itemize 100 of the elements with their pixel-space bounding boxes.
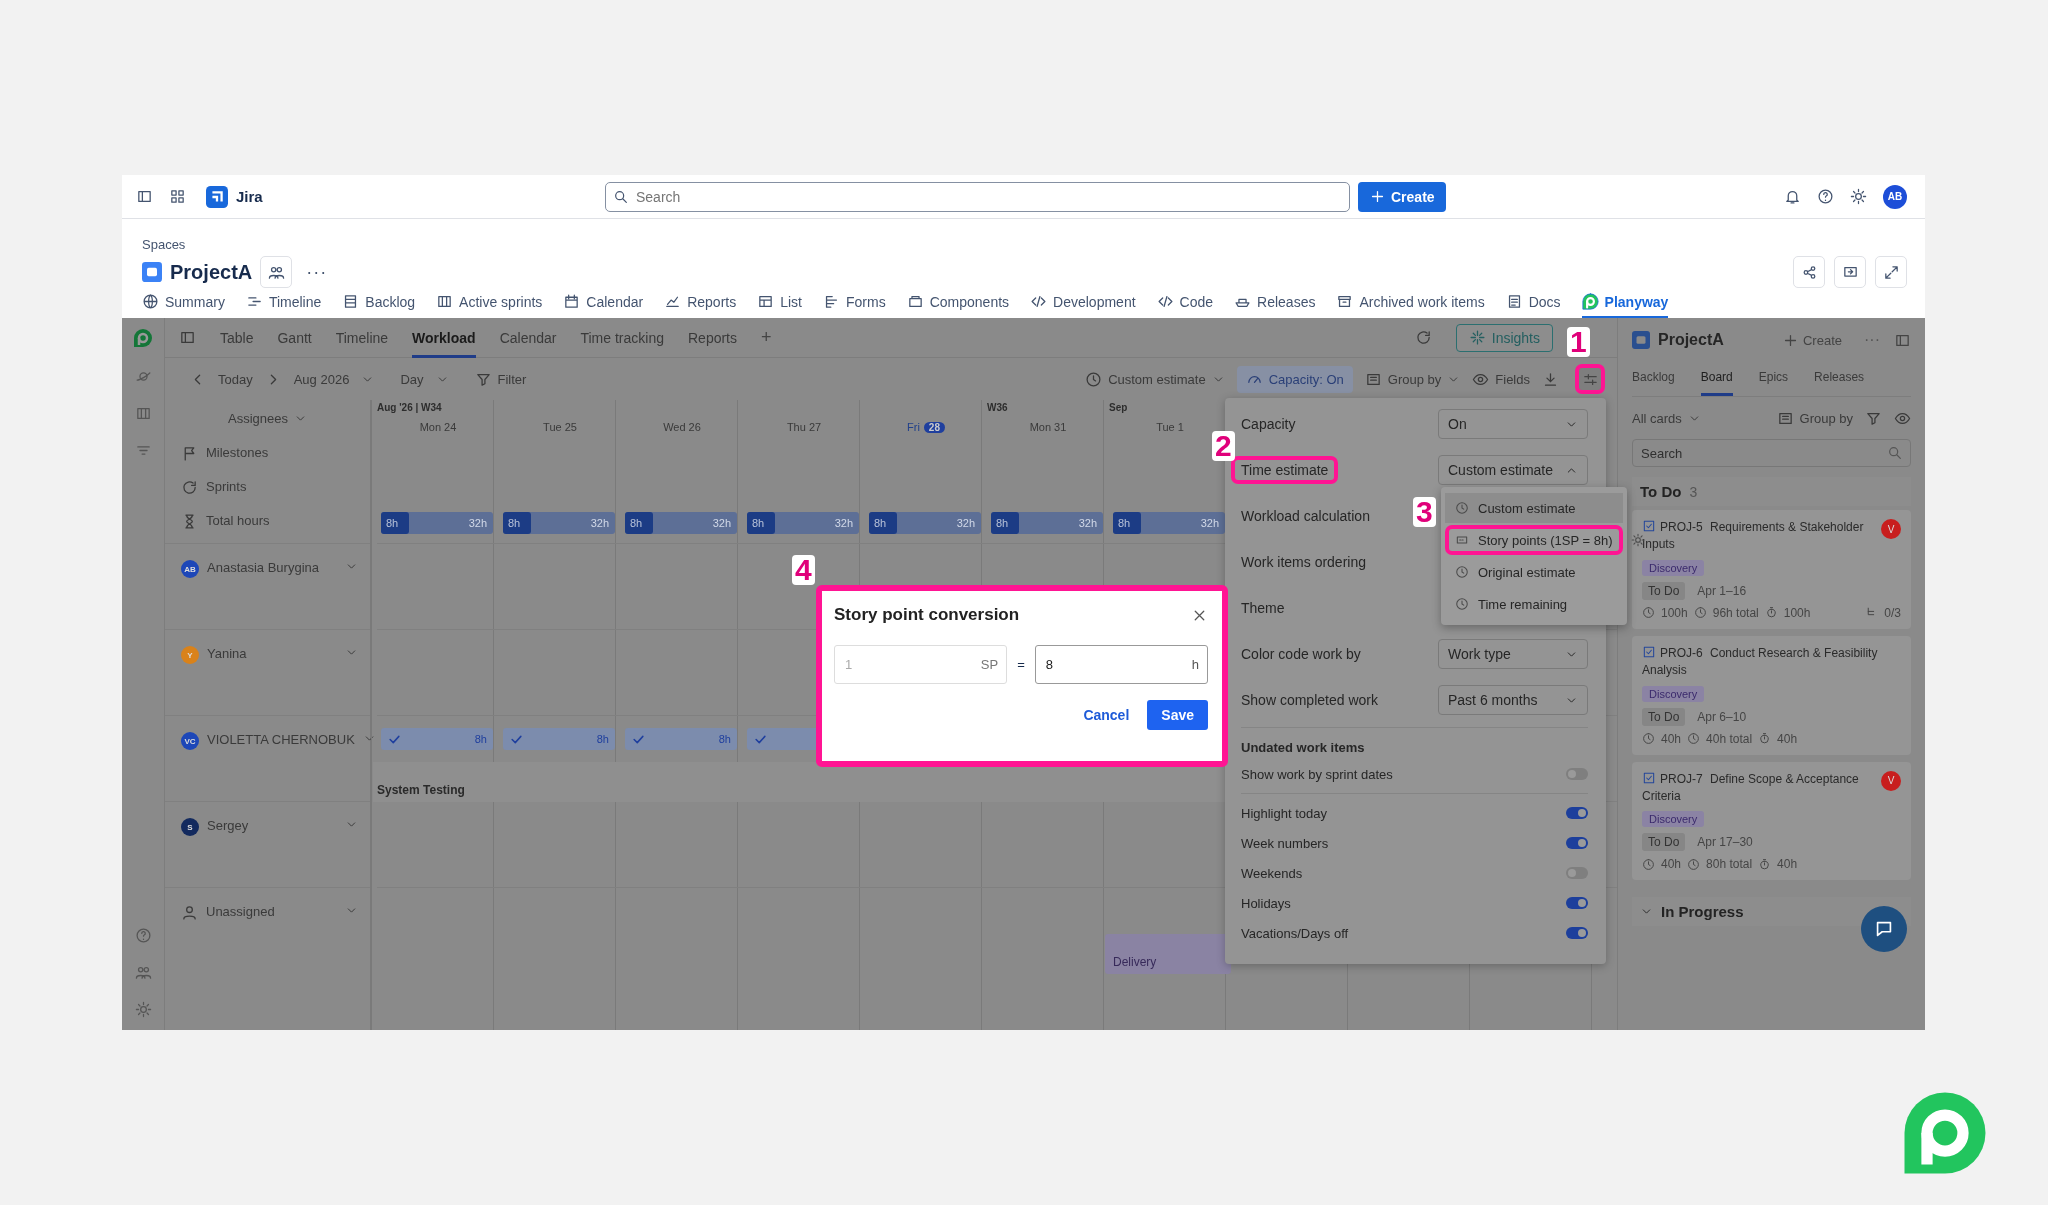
space-tab[interactable]: Development (1030, 288, 1136, 318)
board-tab[interactable]: Backlog (1632, 362, 1675, 396)
people-button[interactable] (260, 256, 293, 288)
toggle-switch[interactable] (1566, 807, 1588, 819)
menu-option[interactable]: Time remaining (1445, 589, 1623, 619)
capacity-button[interactable]: Capacity: On (1236, 365, 1353, 393)
create-button[interactable]: Create (1782, 331, 1842, 349)
toggle-label: Holidays (1241, 895, 1291, 911)
view-tab[interactable]: Reports (688, 317, 737, 358)
setting-label: Theme (1240, 599, 1286, 618)
view-tab[interactable]: Workload (412, 317, 476, 358)
space-tab[interactable]: Timeline (245, 288, 322, 318)
space-tab[interactable]: Archived work items (1336, 288, 1485, 318)
calendar-icon (563, 293, 581, 310)
space-tab[interactable]: Components (906, 288, 1010, 318)
capacity-hours: 32h (1200, 517, 1219, 529)
refresh-icon[interactable] (1414, 329, 1432, 346)
setting-dropdown[interactable]: On (1438, 409, 1588, 439)
view-tab[interactable]: Time tracking (580, 317, 664, 358)
view-tab[interactable]: Gantt (277, 317, 312, 358)
space-tab[interactable]: Summary (142, 288, 225, 318)
work-item-card[interactable]: PROJ-6 Conduct Research & Feasibility Analysis Discovery To Do Apr 6–10 40h 40h total 40h (1632, 635, 1911, 755)
work-bar[interactable]: 8h (503, 728, 615, 750)
setting-dropdown[interactable]: Past 6 months (1438, 685, 1588, 715)
toggle-switch[interactable] (1566, 927, 1588, 939)
scale-dropdown[interactable]: Day (400, 371, 424, 387)
group-by-dropdown[interactable]: Group by (1776, 409, 1853, 427)
filter-button[interactable]: Filter (474, 370, 527, 388)
sidebar-icon[interactable] (179, 329, 196, 346)
hours-used: 8h (874, 517, 887, 529)
share-button[interactable] (1793, 256, 1825, 288)
space-tab[interactable]: Forms (823, 288, 886, 318)
space-tab[interactable]: Backlog (342, 288, 416, 318)
feedback-button[interactable] (1834, 256, 1866, 288)
work-bar[interactable]: 8h (381, 728, 493, 750)
estimate-dropdown[interactable]: Custom estimate (1085, 370, 1225, 388)
settings-icon[interactable] (1630, 533, 1645, 547)
save-button[interactable]: Save (1147, 700, 1208, 730)
toggle-switch[interactable] (1566, 837, 1588, 849)
settings-button[interactable] (1575, 364, 1605, 394)
toggle-switch[interactable] (1566, 768, 1588, 780)
view-tab[interactable]: Calendar (499, 317, 557, 358)
hours-used: 8h (508, 517, 521, 529)
assignees-dropdown[interactable]: Assignees (228, 410, 307, 426)
setting-dropdown[interactable]: Custom estimate (1438, 455, 1588, 485)
avatar: AB (181, 560, 199, 578)
chat-button[interactable] (1861, 906, 1907, 952)
more-button[interactable]: ··· (300, 260, 334, 284)
today-button[interactable]: Today (218, 371, 253, 387)
fullscreen-button[interactable] (1875, 256, 1907, 288)
avatar: Y (181, 646, 199, 664)
day-label: Mon 31 (1029, 421, 1067, 433)
help-icon[interactable] (1817, 188, 1834, 205)
space-tab[interactable]: Reports (664, 288, 737, 318)
month-picker[interactable]: Aug 2026 (293, 371, 350, 387)
settings-icon[interactable] (1850, 188, 1867, 205)
setting-dropdown[interactable]: Work type (1438, 639, 1588, 669)
view-tab[interactable]: Table (220, 317, 254, 358)
cards-filter-dropdown[interactable]: All cards (1632, 410, 1701, 426)
logo-icon[interactable] (206, 185, 228, 208)
board-tab[interactable]: Releases (1814, 362, 1865, 396)
people-icon[interactable] (134, 964, 152, 981)
row-label: Total hours (206, 513, 271, 528)
work-bar[interactable]: 8h (625, 728, 737, 750)
create-button[interactable]: Create (1358, 181, 1446, 212)
search-field[interactable]: Search (1632, 439, 1911, 467)
cancel-button[interactable]: Cancel (1077, 700, 1136, 730)
hours-field[interactable]: 8 h (1034, 645, 1208, 684)
space-tab[interactable]: List (757, 288, 802, 318)
download-icon[interactable] (1542, 370, 1559, 388)
toggle-switch[interactable] (1566, 867, 1588, 879)
apps-icon[interactable] (169, 188, 186, 205)
space-tab[interactable]: Docs (1505, 288, 1561, 318)
column-title[interactable]: To Do (1640, 483, 1682, 500)
fields-button[interactable]: Fields (1472, 370, 1530, 388)
work-item-card[interactable]: PROJ-5 Requirements & Stakeholder Inputs V Discovery To Do Apr 1–16 100h 96h total 100h 0/3 (1632, 510, 1911, 629)
menu-option[interactable]: Original estimate (1445, 557, 1623, 587)
space-tab[interactable]: Active sprints (436, 288, 543, 318)
task-bar[interactable]: Delivery (1105, 934, 1231, 974)
space-tab[interactable]: Code (1156, 288, 1214, 318)
space-tab[interactable]: Calendar (563, 288, 644, 318)
columns-icon[interactable] (134, 405, 152, 422)
clock-icon (1455, 501, 1469, 515)
search-field[interactable]: Search (605, 181, 1350, 212)
column-title[interactable]: In Progress (1661, 903, 1744, 921)
add-view-button[interactable]: + (761, 327, 772, 348)
breadcrumb[interactable]: Spaces (142, 237, 334, 252)
sidebar-icon[interactable] (136, 188, 153, 205)
menu-option[interactable]: Custom estimate (1445, 493, 1623, 523)
toggle-switch[interactable] (1566, 897, 1588, 909)
bell-icon[interactable] (1784, 188, 1801, 205)
task-title: System Testing (377, 783, 465, 797)
view-tab[interactable]: Timeline (335, 317, 389, 358)
group-by-dropdown[interactable]: Group by (1364, 370, 1461, 388)
expand-icon (1882, 263, 1900, 281)
user-avatar[interactable]: AB (1883, 184, 1907, 209)
space-tab[interactable]: Releases (1234, 288, 1316, 318)
work-item-card[interactable]: PROJ-7 Define Scope & Acceptance Criteria V Discovery To Do Apr 17–30 40h 80h total 40h (1632, 761, 1911, 881)
board-tab[interactable]: Board (1700, 362, 1733, 396)
board-tab[interactable]: Epics (1758, 362, 1789, 396)
